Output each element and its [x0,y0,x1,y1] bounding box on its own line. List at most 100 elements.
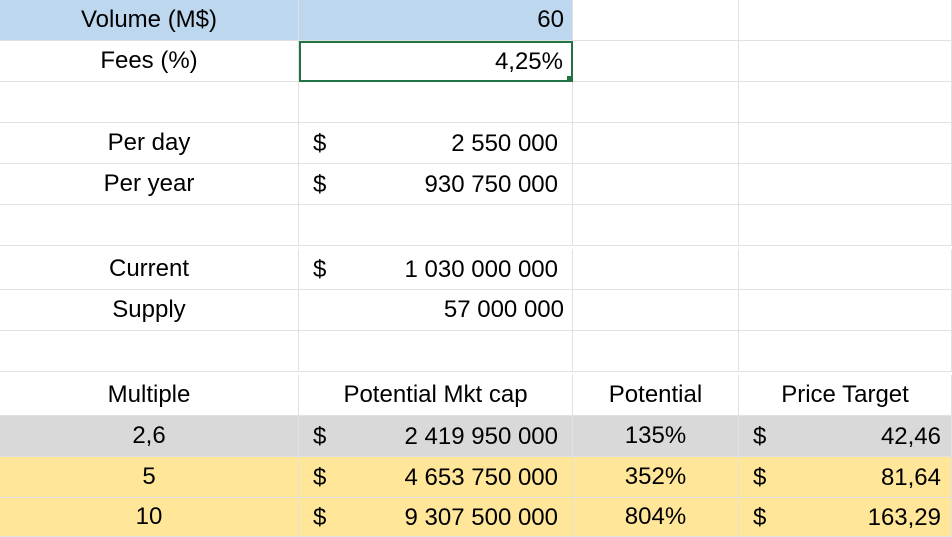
cell-volume-value[interactable]: 60 [299,0,573,41]
mkt-cap-value: 9 307 500 000 [404,503,558,531]
cell-potential[interactable]: 135% [573,416,739,457]
current-value: 1 030 000 000 [404,255,558,283]
cell-empty[interactable] [573,41,739,82]
cell-empty[interactable] [299,205,573,246]
cell-empty[interactable] [573,82,739,123]
cell-fees-label[interactable]: Fees (%) [0,41,299,82]
mkt-cap-value: 2 419 950 000 [404,422,558,450]
per-year-label: Per year [103,170,195,197]
cell-current-value[interactable]: $ 1 030 000 000 [299,249,573,290]
header-multiple-label: Multiple [107,381,191,408]
potential-value: 804% [624,503,687,530]
header-multiple[interactable]: Multiple [0,375,299,416]
cell-empty[interactable] [739,41,952,82]
price-target-value: 163,29 [867,503,941,531]
currency-symbol: $ [753,503,767,531]
currency-symbol: $ [313,463,327,491]
cell-empty[interactable] [739,123,952,164]
potential-value: 352% [624,463,687,490]
row-empty [0,82,952,123]
row-empty [0,331,952,372]
header-mkt-cap-label: Potential Mkt cap [343,381,528,408]
cell-empty[interactable] [573,205,739,246]
cell-empty[interactable] [0,331,299,372]
currency-symbol: $ [313,170,327,198]
cell-current-label[interactable]: Current [0,249,299,290]
per-year-value: 930 750 000 [424,170,558,198]
fees-value: 4,25% [494,47,563,75]
table-row: 10 $ 9 307 500 000 804% $ 163,29 [0,498,952,537]
fill-handle[interactable] [566,75,571,80]
row-supply: Supply 57 000 000 [0,290,952,331]
cell-empty[interactable] [573,331,739,372]
cell-empty[interactable] [299,331,573,372]
cell-empty[interactable] [739,0,952,41]
cell-multiple[interactable]: 10 [0,498,299,537]
cell-per-year-label[interactable]: Per year [0,164,299,205]
price-target-value: 81,64 [880,463,941,491]
row-fees: Fees (%) 4,25% [0,41,952,82]
cell-mkt-cap[interactable]: $ 9 307 500 000 [299,498,573,537]
header-price-target-label: Price Target [781,381,909,408]
currency-symbol: $ [753,422,767,450]
volume-label: Volume (M$) [80,6,218,33]
cell-empty[interactable] [573,0,739,41]
header-potential[interactable]: Potential [573,375,739,416]
row-current: Current $ 1 030 000 000 [0,249,952,290]
supply-value: 57 000 000 [443,296,564,323]
per-day-value: 2 550 000 [451,129,558,157]
cell-empty[interactable] [573,249,739,290]
cell-empty[interactable] [573,290,739,331]
cell-supply-label[interactable]: Supply [0,290,299,331]
cell-empty[interactable] [573,123,739,164]
cell-mkt-cap[interactable]: $ 2 419 950 000 [299,416,573,457]
cell-supply-value[interactable]: 57 000 000 [299,290,573,331]
cell-empty[interactable] [739,249,952,290]
cell-empty[interactable] [739,205,952,246]
cell-mkt-cap[interactable]: $ 4 653 750 000 [299,457,573,498]
spreadsheet-grid: Volume (M$) 60 Fees (%) 4,25% Per day $ [0,0,952,537]
fees-label: Fees (%) [100,47,198,74]
cell-empty[interactable] [0,205,299,246]
table-row: 5 $ 4 653 750 000 352% $ 81,64 [0,457,952,498]
cell-per-day-value[interactable]: $ 2 550 000 [299,123,573,164]
multiple-value: 2,6 [132,422,166,449]
currency-symbol: $ [313,503,327,531]
row-empty [0,205,952,246]
currency-symbol: $ [313,422,327,450]
cell-multiple[interactable]: 5 [0,457,299,498]
cell-multiple[interactable]: 2,6 [0,416,299,457]
cell-empty[interactable] [299,82,573,123]
table-row: 2,6 $ 2 419 950 000 135% $ 42,46 [0,416,952,457]
potential-value: 135% [624,422,687,449]
row-headers: Multiple Potential Mkt cap Potential Pri… [0,375,952,416]
volume-value: 60 [537,6,564,33]
price-target-value: 42,46 [880,422,941,450]
cell-empty[interactable] [739,82,952,123]
multiple-value: 5 [142,463,156,490]
cell-empty[interactable] [739,164,952,205]
supply-label: Supply [112,296,186,323]
row-per-day: Per day $ 2 550 000 [0,123,952,164]
header-price-target[interactable]: Price Target [739,375,952,416]
cell-price-target[interactable]: $ 81,64 [739,457,952,498]
cell-price-target[interactable]: $ 42,46 [739,416,952,457]
cell-empty[interactable] [0,82,299,123]
currency-symbol: $ [753,463,767,491]
multiple-value: 10 [135,503,163,530]
cell-per-year-value[interactable]: $ 930 750 000 [299,164,573,205]
current-label: Current [108,255,190,282]
cell-potential[interactable]: 804% [573,498,739,537]
cell-empty[interactable] [739,290,952,331]
cell-fees-value-selected[interactable]: 4,25% [299,41,573,82]
header-mkt-cap[interactable]: Potential Mkt cap [299,375,573,416]
mkt-cap-value: 4 653 750 000 [404,463,558,491]
cell-empty[interactable] [573,164,739,205]
cell-price-target[interactable]: $ 163,29 [739,498,952,537]
header-potential-label: Potential [608,381,703,408]
cell-potential[interactable]: 352% [573,457,739,498]
currency-symbol: $ [313,255,327,283]
cell-volume-label[interactable]: Volume (M$) [0,0,299,41]
cell-per-day-label[interactable]: Per day [0,123,299,164]
cell-empty[interactable] [739,331,952,372]
